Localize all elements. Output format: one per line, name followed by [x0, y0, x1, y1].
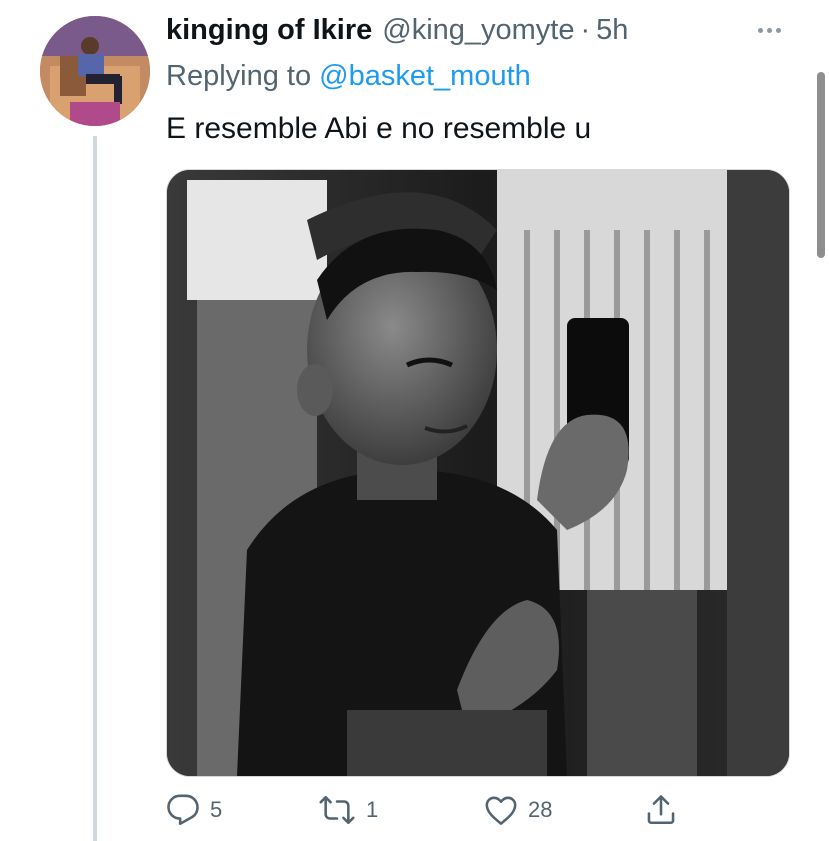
tweet-timestamp[interactable]: 5h	[596, 14, 628, 47]
tweet-actions: 5 1 28	[166, 790, 706, 830]
replying-to-mention[interactable]: @basket_mouth	[319, 60, 531, 92]
reply-count: 5	[210, 797, 223, 822]
tweet-photo[interactable]	[166, 169, 790, 777]
replying-to-line: Replying to @basket_mouth	[166, 60, 531, 93]
user-handle[interactable]: @king_yomyte	[382, 14, 574, 47]
scrollbar-thumb[interactable]	[817, 72, 825, 258]
like-button[interactable]: 28	[484, 790, 552, 830]
reply-button[interactable]: 5	[166, 790, 222, 830]
display-name[interactable]: kinging of Ikire	[166, 14, 372, 47]
retweet-count: 1	[366, 797, 379, 822]
thread-connector-line	[93, 136, 97, 841]
avatar[interactable]	[40, 16, 150, 126]
share-button[interactable]	[644, 790, 678, 830]
share-icon	[647, 795, 675, 825]
more-options-icon[interactable]	[752, 18, 786, 42]
like-count: 28	[528, 797, 553, 822]
retweet-icon	[319, 795, 355, 825]
heart-icon	[485, 796, 517, 825]
tweet-header: kinging of Ikire @king_yomyte · 5h	[166, 14, 628, 50]
separator-dot: ·	[580, 14, 591, 46]
replying-to-label: Replying to	[166, 60, 312, 92]
photo-image	[167, 170, 789, 776]
reply-icon	[167, 794, 199, 826]
retweet-button[interactable]: 1	[318, 790, 378, 830]
tweet-text: E resemble Abi e no resemble u	[166, 112, 592, 145]
